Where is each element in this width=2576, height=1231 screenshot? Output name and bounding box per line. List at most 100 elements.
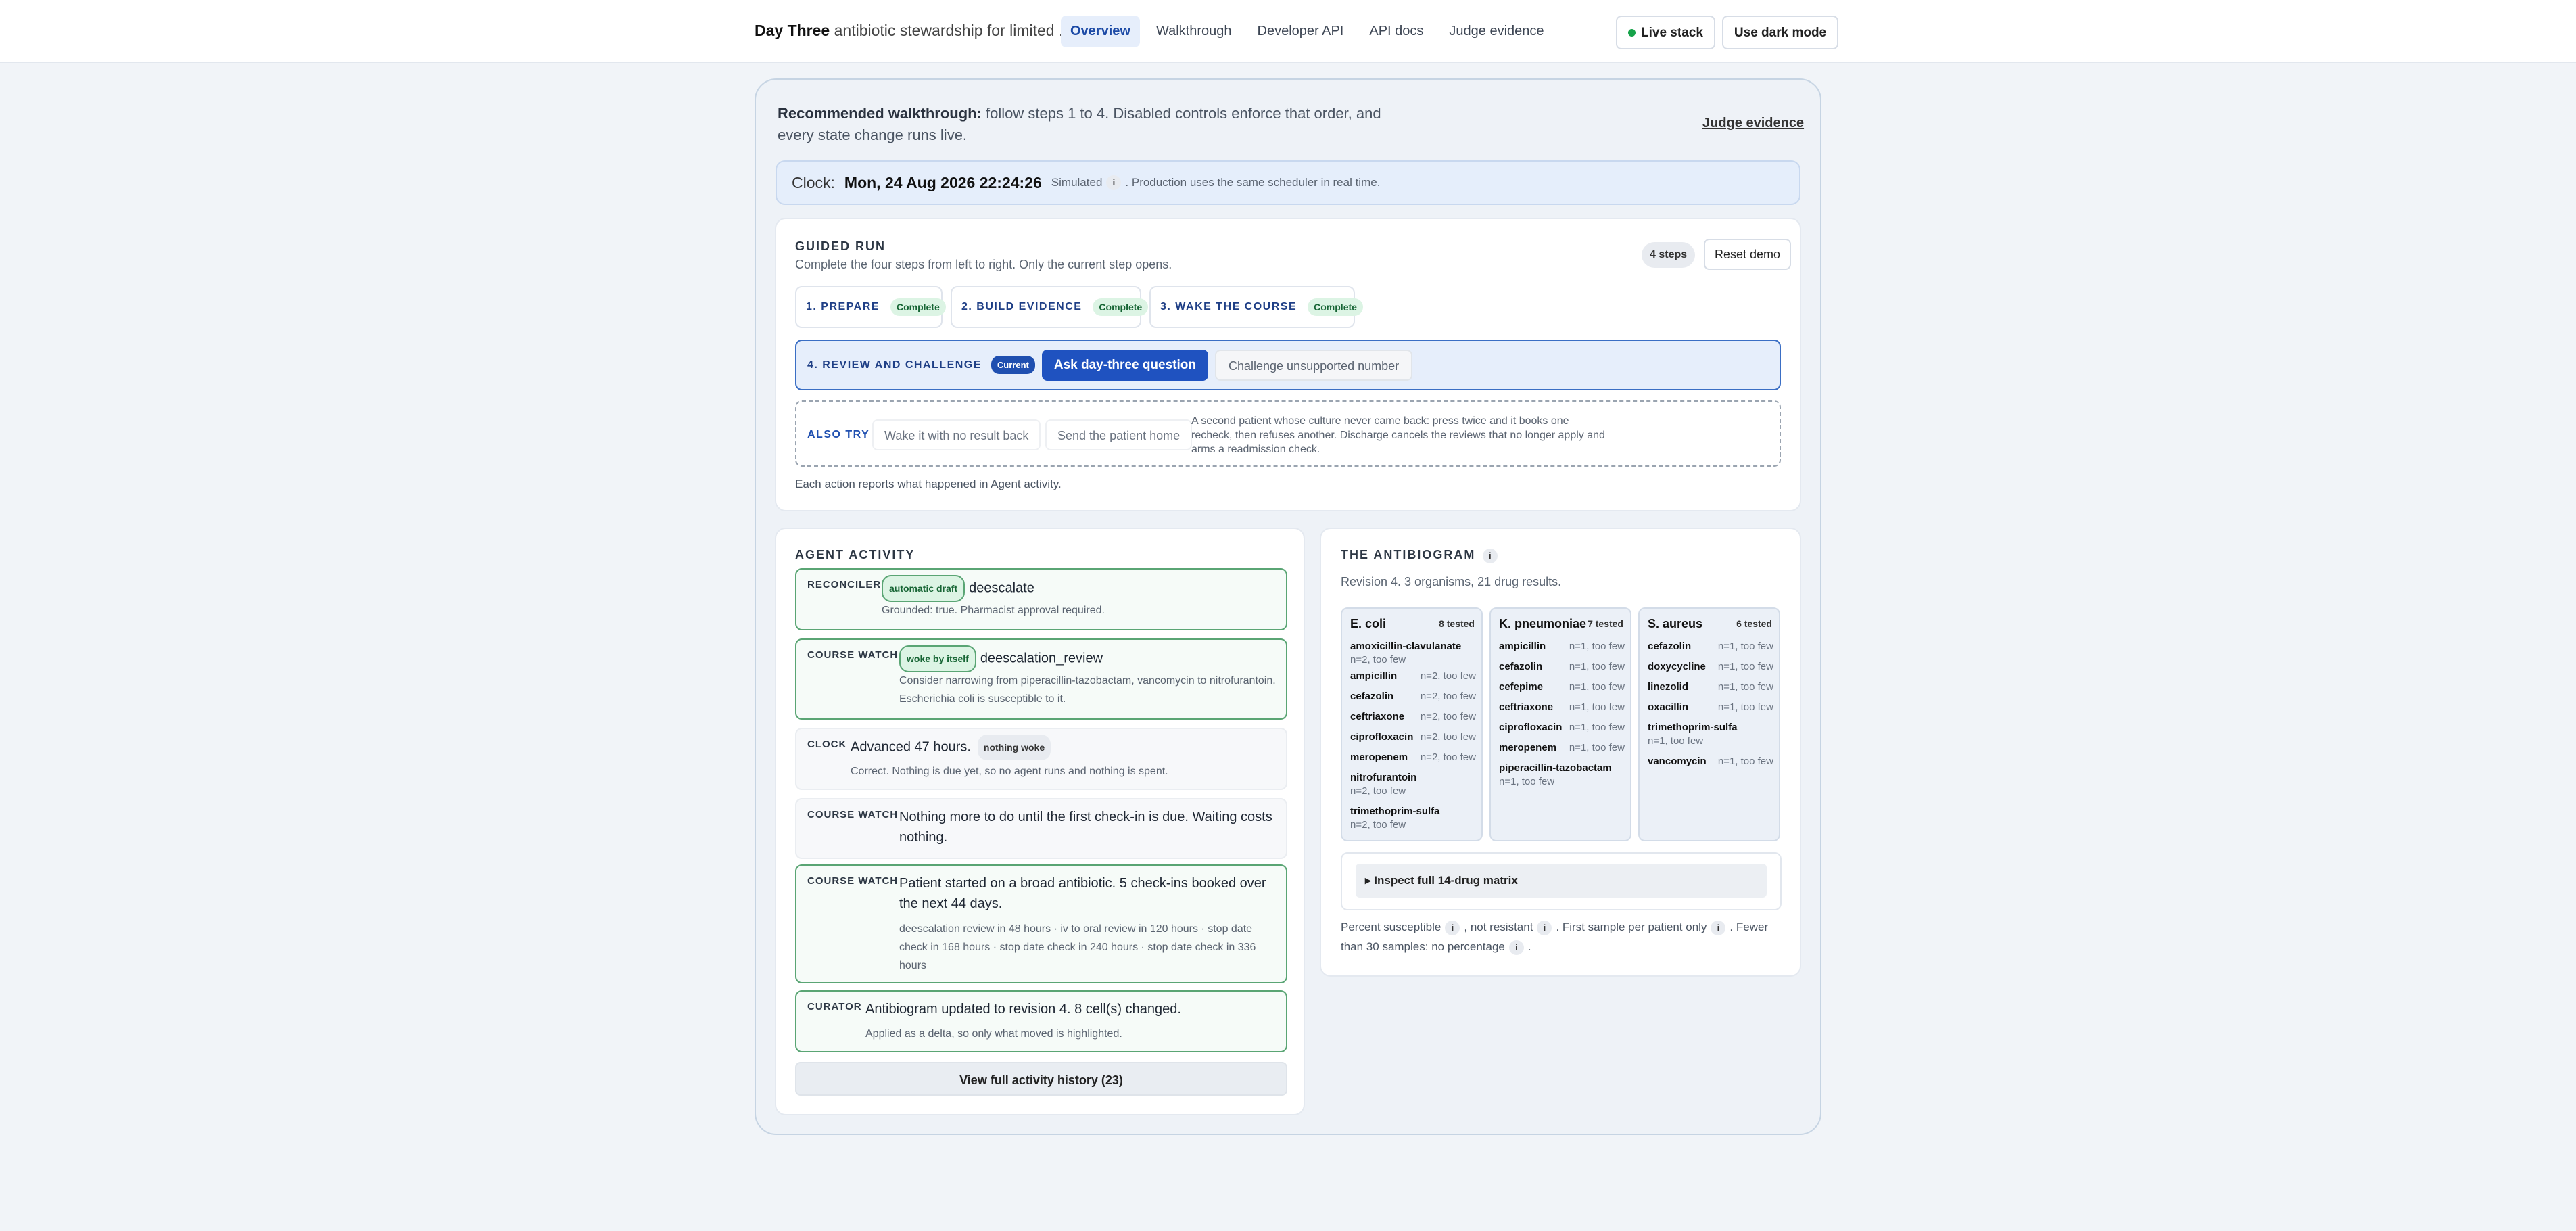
- entry-badge: automatic draft: [882, 575, 965, 602]
- also-try-box: ALSO TRY Wake it with no result back Sen…: [795, 400, 1781, 467]
- main-nav: Overview Walkthrough Developer API API d…: [1061, 16, 1554, 47]
- entry-title: Patient started on a broad antibiotic. 5…: [899, 876, 1266, 911]
- drug-n: n=1, too few: [1717, 701, 1773, 713]
- drug-row: meropenem n=2, too few: [1350, 752, 1476, 763]
- step-prepare[interactable]: 1. PREPARE Complete: [795, 286, 946, 328]
- drug-n: n=2, too few: [1350, 819, 1406, 831]
- drug-row: ampicillin n=2, too few: [1350, 671, 1476, 682]
- drug-n: n=1, too few: [1569, 742, 1625, 753]
- drug-name: amoxicillin-clavulanate: [1350, 641, 1462, 652]
- organism-tested: 7 tested: [1588, 618, 1623, 629]
- nav-walkthrough[interactable]: Walkthrough: [1147, 16, 1241, 47]
- info-icon[interactable]: i: [1482, 548, 1498, 563]
- activity-entry: COURSE WATCH Nothing more to do until th…: [795, 798, 1287, 859]
- entry-tag: COURSE WATCH: [807, 875, 899, 887]
- step-label: 3. WAKE THE COURSE: [1160, 301, 1297, 312]
- view-full-activity-button[interactable]: View full activity history (23): [795, 1062, 1287, 1096]
- info-icon[interactable]: i: [1106, 175, 1122, 190]
- organism-tested: 8 tested: [1439, 618, 1475, 629]
- antibiogram-revision: Revision 4. 3 organisms, 21 drug results…: [1341, 575, 1562, 588]
- foot-part: Percent susceptible: [1341, 921, 1441, 933]
- drug-name: cefazolin: [1648, 641, 1692, 652]
- clock-label: Clock:: [792, 173, 835, 191]
- drug-n: n=1, too few: [1569, 641, 1625, 652]
- drug-n: n=1, too few: [1569, 681, 1625, 693]
- walkthrough-intro: Recommended walkthrough: follow steps 1 …: [778, 103, 1386, 146]
- drug-name: nitrofurantoin: [1350, 772, 1417, 783]
- drug-row: cefazolin n=1, too few: [1499, 661, 1625, 672]
- step-label: 4. REVIEW AND CHALLENGE: [807, 358, 982, 371]
- live-stack-button[interactable]: Live stack: [1616, 16, 1715, 49]
- drug-n: n=1, too few: [1499, 776, 1555, 787]
- info-icon[interactable]: i: [1537, 920, 1552, 935]
- steps-count-badge: 4 steps: [1642, 242, 1696, 268]
- activity-entry: COURSE WATCH Patient started on a broad …: [795, 864, 1287, 983]
- clock-bar: Clock: Mon, 24 Aug 2026 22:24:26 Simulat…: [776, 160, 1800, 205]
- drug-n: n=1, too few: [1717, 641, 1773, 652]
- drug-name: meropenem: [1499, 742, 1557, 753]
- drug-row: ceftriaxone n=1, too few: [1499, 702, 1625, 713]
- foot-part: .: [1527, 940, 1531, 953]
- nav-api-docs[interactable]: API docs: [1360, 16, 1433, 47]
- nav-developer-api[interactable]: Developer API: [1248, 16, 1354, 47]
- drug-name: ampicillin: [1350, 670, 1398, 682]
- drug-row: cefazolin n=2, too few: [1350, 691, 1476, 702]
- inspect-matrix-toggle[interactable]: ▸ Inspect full 14-drug matrix: [1356, 864, 1767, 898]
- drug-n: n=1, too few: [1569, 661, 1625, 672]
- drug-row: nitrofurantoin n=2, too few: [1350, 772, 1416, 797]
- entry-tag: COURSE WATCH: [807, 809, 899, 820]
- nav-judge-evidence[interactable]: Judge evidence: [1439, 16, 1553, 47]
- drug-name: ciprofloxacin: [1350, 731, 1414, 743]
- brand-tagline: antibiotic stewardship for limited ...: [834, 22, 1072, 39]
- intro-bold: Recommended walkthrough:: [778, 105, 982, 122]
- antibiogram-header: THE ANTIBIOGRAM i: [1341, 548, 1502, 563]
- antibiogram-title: THE ANTIBIOGRAM: [1341, 548, 1476, 561]
- organism-card-e-coli: E. coli 8 tested amoxicillin-clavulanate…: [1341, 607, 1483, 841]
- nav-overview[interactable]: Overview: [1061, 16, 1140, 47]
- brand[interactable]: Day Three antibiotic stewardship for lim…: [755, 22, 1072, 40]
- clock-simulated: Simulated: [1051, 176, 1103, 189]
- entry-note: deescalation review in 48 hours · iv to …: [899, 923, 1256, 971]
- drug-n: n=1, too few: [1717, 681, 1773, 693]
- info-icon[interactable]: i: [1711, 920, 1726, 935]
- clock-note: . Production uses the same scheduler in …: [1125, 176, 1381, 189]
- organism-tested: 6 tested: [1736, 618, 1772, 629]
- drug-n: n=2, too few: [1350, 654, 1406, 666]
- drug-n: n=1, too few: [1717, 661, 1773, 672]
- step-wake-the-course[interactable]: 3. WAKE THE COURSE Complete: [1149, 286, 1363, 328]
- entry-note: Grounded: true. Pharmacist approval requ…: [882, 605, 1105, 616]
- drug-name: cefazolin: [1499, 661, 1543, 672]
- ask-day-three-question-button[interactable]: Ask day-three question: [1041, 349, 1208, 381]
- dark-mode-button[interactable]: Use dark mode: [1721, 16, 1839, 49]
- entry-title: Antibiogram updated to revision 4. 8 cel…: [865, 1002, 1181, 1017]
- foot-part: , not resistant: [1464, 921, 1533, 933]
- entry-tag: COURSE WATCH: [807, 649, 899, 661]
- drug-name: oxacillin: [1648, 701, 1689, 713]
- drug-name: ceftriaxone: [1499, 701, 1554, 713]
- entry-note: Consider narrowing from piperacillin-taz…: [899, 675, 1276, 705]
- drug-name: trimethoprim-sulfa: [1648, 722, 1738, 733]
- step-build-evidence[interactable]: 2. BUILD EVIDENCE Complete: [951, 286, 1149, 328]
- drug-n: n=1, too few: [1717, 756, 1773, 767]
- wake-no-result-button[interactable]: Wake it with no result back: [872, 419, 1041, 450]
- activity-entry: CURATOR Antibiogram updated to revision …: [795, 990, 1287, 1052]
- drug-n: n=1, too few: [1648, 735, 1704, 747]
- entry-tag: CURATOR: [807, 1001, 862, 1013]
- judge-evidence-link[interactable]: Judge evidence: [1702, 116, 1804, 131]
- entry-note: Applied as a delta, so only what moved i…: [865, 1028, 1122, 1040]
- organism-card-k-pneumoniae: K. pneumoniae 7 tested ampicillin n=1, to…: [1489, 607, 1631, 841]
- send-patient-home-button[interactable]: Send the patient home: [1045, 419, 1193, 450]
- info-icon[interactable]: i: [1445, 920, 1460, 935]
- reset-demo-button[interactable]: Reset demo: [1704, 239, 1792, 270]
- info-icon[interactable]: i: [1508, 939, 1524, 955]
- antibiogram-footnote: Percent susceptible i , not resistant i . Fi…: [1341, 917, 1780, 956]
- drug-row: oxacillin n=1, too few: [1648, 702, 1773, 713]
- drug-n: n=2, too few: [1420, 751, 1476, 763]
- challenge-unsupported-number-button[interactable]: Challenge unsupported number: [1214, 349, 1413, 381]
- entry-title: Nothing more to do until the first check…: [899, 810, 1272, 845]
- drug-row: meropenem n=1, too few: [1499, 743, 1625, 753]
- organism-name: K. pneumoniae: [1499, 617, 1587, 630]
- organism-name: E. coli: [1350, 617, 1387, 630]
- drug-name: cefepime: [1499, 681, 1544, 693]
- also-try-label: ALSO TRY: [807, 429, 870, 440]
